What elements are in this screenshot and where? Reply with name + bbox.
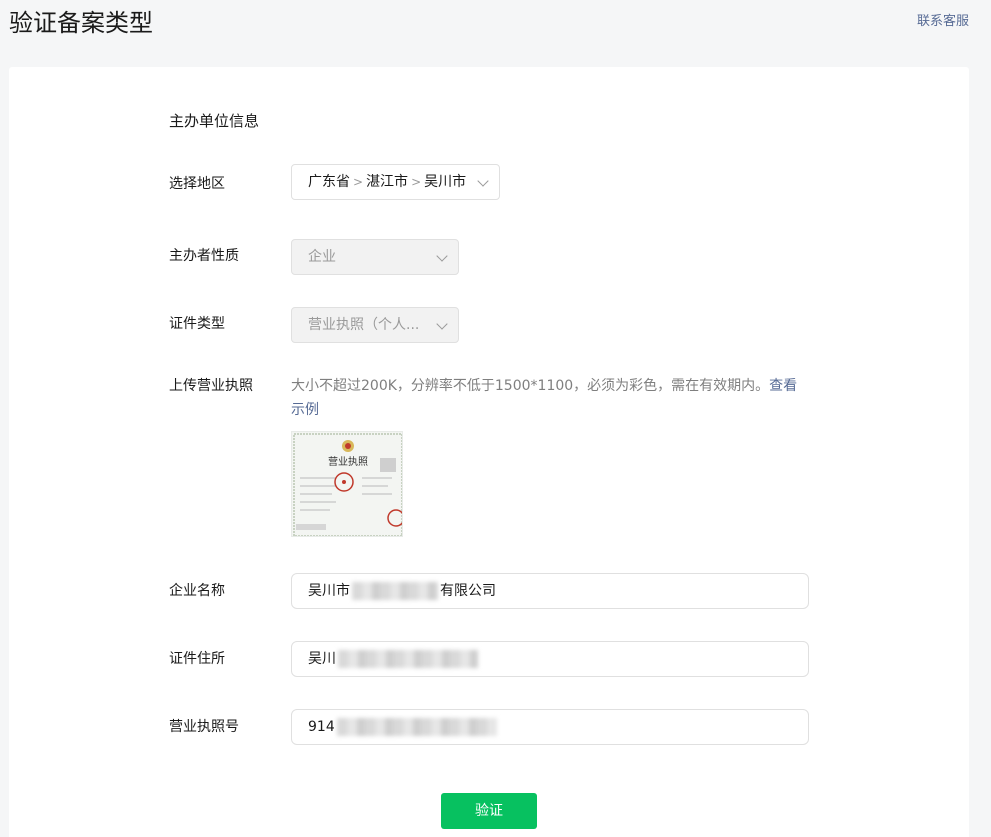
- upload-license-label: 上传营业执照: [169, 378, 253, 394]
- region-label: 选择地区: [169, 176, 225, 192]
- company-name-prefix: 吴川市: [308, 583, 350, 599]
- certificate-type-label: 证件类型: [169, 316, 225, 332]
- organizer-type-select[interactable]: 企业: [291, 239, 459, 275]
- address-label: 证件住所: [169, 651, 225, 667]
- company-name-suffix: 有限公司: [440, 583, 496, 599]
- redacted-text: [352, 582, 438, 600]
- region-separator: >: [353, 175, 364, 189]
- region-city: 湛江市: [366, 174, 409, 190]
- address-prefix: 吴川: [308, 651, 336, 667]
- upload-hint-text: 大小不超过200K，分辨率不低于1500*1100，必须为彩色，需在有效期内。: [291, 378, 770, 394]
- address-input[interactable]: 吴川: [291, 641, 809, 677]
- organizer-type-value: 企业: [308, 249, 336, 265]
- license-number-prefix: 914: [308, 719, 335, 735]
- region-province: 广东省: [308, 174, 350, 190]
- certificate-type-select[interactable]: 营业执照（个人...: [291, 307, 459, 343]
- verify-button[interactable]: 验证: [441, 793, 537, 829]
- contact-support-link[interactable]: 联系客服: [917, 12, 969, 32]
- region-select[interactable]: 广东省 > 湛江市 > 吴川市: [291, 164, 500, 200]
- upload-hint: 大小不超过200K，分辨率不低于1500*1100，必须为彩色，需在有效期内。查…: [291, 374, 811, 422]
- license-image: 营业执照: [292, 432, 402, 536]
- company-name-label: 企业名称: [169, 583, 225, 599]
- license-thumb-title: 营业执照: [328, 455, 368, 468]
- region-separator: >: [411, 175, 422, 189]
- organizer-type-label: 主办者性质: [169, 248, 239, 264]
- section-title: 主办单位信息: [169, 112, 260, 130]
- chevron-down-icon: [436, 318, 448, 330]
- certificate-type-value: 营业执照（个人...: [308, 317, 420, 333]
- chevron-down-icon: [477, 175, 489, 187]
- page-title: 验证备案类型: [9, 9, 153, 37]
- license-thumbnail[interactable]: 营业执照: [291, 431, 403, 537]
- company-name-input[interactable]: 吴川市 有限公司: [291, 573, 809, 609]
- license-number-label: 营业执照号: [169, 719, 239, 735]
- chevron-down-icon: [436, 250, 448, 262]
- redacted-text: [336, 718, 497, 736]
- license-number-input[interactable]: 914: [291, 709, 809, 745]
- region-county: 吴川市: [424, 174, 467, 190]
- redacted-text: [338, 650, 478, 668]
- form-card: 主办单位信息 选择地区 广东省 > 湛江市 > 吴川市 主办者性质 企业 证件类型 营业…: [9, 67, 969, 837]
